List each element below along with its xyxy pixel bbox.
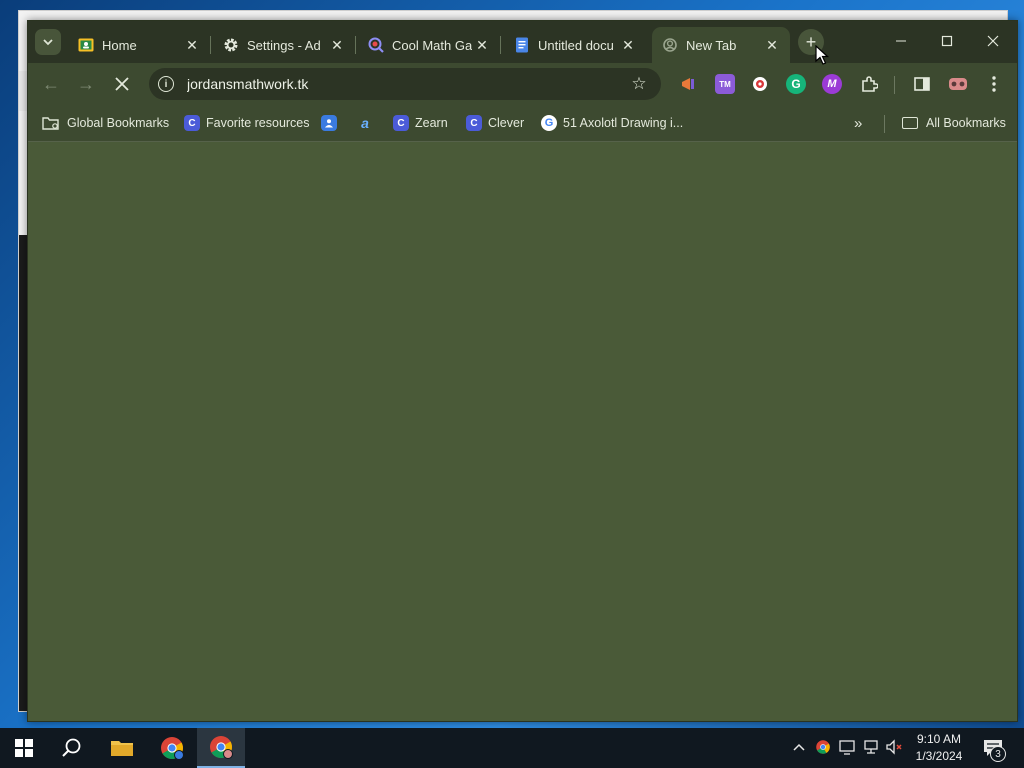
browser-window: Home ✕ Settings - Ad ✕ Cool Math Ga ✕ Un…	[27, 20, 1018, 722]
google-icon: G	[541, 115, 557, 131]
bookmark-label: Clever	[488, 116, 525, 130]
tab-title: New Tab	[686, 37, 737, 53]
windows-logo-icon	[15, 739, 33, 757]
chrome-icon	[210, 736, 233, 759]
bookmark-a-site[interactable]: a	[357, 112, 379, 134]
megaphone-extension-icon[interactable]	[678, 74, 698, 94]
taskbar-clock[interactable]: 9:10 AM 1/3/2024	[907, 731, 971, 765]
bookmark-zearn[interactable]: C Zearn	[393, 112, 448, 134]
tab-cool-math[interactable]: Cool Math Ga ✕	[358, 27, 501, 63]
arrow-left-icon: ←	[42, 73, 60, 94]
tab-search-button[interactable]	[35, 29, 61, 55]
back-button[interactable]: ←	[37, 70, 65, 98]
bookmark-star-icon[interactable]: ☆	[627, 72, 651, 96]
menu-kebab-icon[interactable]	[983, 73, 1005, 95]
screen-recorder-extension-icon[interactable]	[750, 74, 770, 94]
tab-settings[interactable]: Settings - Ad ✕	[213, 27, 356, 63]
close-icon[interactable]: ✕	[327, 35, 347, 55]
tab-title: Home	[102, 37, 137, 53]
chevron-up-icon	[793, 743, 805, 751]
close-icon[interactable]: ✕	[472, 35, 492, 55]
tab-title: Settings - Ad	[247, 37, 321, 53]
close-icon[interactable]: ✕	[618, 35, 638, 55]
site-info-icon[interactable]: i	[158, 76, 174, 92]
letter-a-icon: a	[361, 115, 369, 131]
bookmark-axolotl-drawing[interactable]: G 51 Axolotl Drawing i...	[541, 112, 683, 134]
folder-icon	[111, 741, 133, 756]
file-explorer-button[interactable]	[98, 728, 146, 768]
forward-button[interactable]: →	[72, 70, 100, 98]
tab-untitled-document[interactable]: Untitled docu ✕	[504, 27, 646, 63]
bookmark-classroom[interactable]	[321, 112, 343, 134]
m-extension-icon[interactable]: M	[822, 74, 842, 94]
gear-icon	[223, 37, 239, 53]
coolmath-icon	[368, 37, 384, 53]
close-window-button[interactable]	[970, 25, 1016, 57]
tab-new-tab[interactable]: New Tab ✕	[652, 27, 790, 63]
network-icon[interactable]	[862, 738, 880, 756]
clever-icon: C	[466, 115, 482, 131]
bookmark-favorite-resources[interactable]: C Favorite resources	[184, 112, 310, 134]
profile-avatar[interactable]	[947, 73, 969, 95]
browser-toolbar: ← → i ☆ TM G M	[28, 63, 1017, 105]
close-icon	[987, 35, 999, 47]
close-icon[interactable]: ✕	[182, 35, 202, 55]
loading-icon	[662, 37, 678, 53]
side-panel-icon[interactable]	[911, 73, 933, 95]
arrow-right-icon: →	[77, 73, 95, 94]
chrome-active-taskbar-button[interactable]	[197, 728, 245, 768]
tab-title: Untitled docu	[538, 37, 614, 53]
tab-title: Cool Math Ga	[392, 37, 472, 53]
chrome-icon	[161, 737, 184, 760]
clever-icon: C	[184, 115, 200, 131]
maximize-icon	[941, 35, 953, 47]
folder-icon	[902, 117, 918, 129]
taskbar: 9:10 AM 1/3/2024 3	[0, 728, 1024, 768]
all-bookmarks-button[interactable]: All Bookmarks	[902, 112, 1006, 134]
tm-extension-icon[interactable]: TM	[715, 74, 735, 94]
person-icon	[321, 115, 337, 131]
more-bookmarks-button[interactable]: »	[854, 112, 862, 134]
clock-date: 1/3/2024	[915, 749, 963, 763]
bookmark-global-bookmarks[interactable]: Global Bookmarks	[42, 112, 169, 134]
url-input[interactable]	[185, 75, 627, 93]
bookmark-label: Global Bookmarks	[67, 116, 170, 130]
extensions-puzzle-icon[interactable]	[858, 73, 880, 95]
maximize-button[interactable]	[924, 25, 970, 57]
bookmark-label: Zearn	[415, 116, 448, 130]
minimize-icon	[896, 40, 906, 42]
show-hidden-icons-button[interactable]	[790, 738, 808, 756]
clock-time: 9:10 AM	[916, 732, 962, 746]
minimize-button[interactable]	[878, 25, 924, 57]
tab-strip: Home ✕ Settings - Ad ✕ Cool Math Ga ✕ Un…	[28, 21, 1017, 63]
start-button[interactable]	[0, 728, 48, 768]
folder-settings-icon	[42, 115, 60, 131]
bookmark-label: 51 Axolotl Drawing i...	[563, 116, 684, 130]
bookmarks-bar: Global Bookmarks C Favorite resources a …	[28, 105, 1017, 142]
volume-muted-icon[interactable]	[886, 738, 904, 756]
docs-icon	[514, 37, 530, 53]
clever-icon: C	[393, 115, 409, 131]
all-bookmarks-label: All Bookmarks	[926, 116, 1006, 130]
bookmark-clever[interactable]: C Clever	[466, 112, 524, 134]
stop-loading-button[interactable]	[108, 70, 136, 98]
close-icon	[115, 77, 129, 91]
chrome-tray-icon[interactable]	[814, 738, 832, 756]
search-icon	[62, 738, 81, 757]
notification-count-badge: 3	[990, 746, 1006, 762]
chrome-taskbar-button[interactable]	[148, 728, 196, 768]
bookmark-label: Favorite resources	[206, 116, 310, 130]
double-chevron-right-icon: »	[854, 114, 863, 132]
tab-home[interactable]: Home ✕	[68, 27, 211, 63]
address-bar[interactable]: i ☆	[149, 68, 661, 100]
search-button[interactable]	[48, 728, 96, 768]
monitor-tray-icon[interactable]	[838, 738, 856, 756]
close-icon[interactable]: ✕	[762, 35, 782, 55]
grammarly-extension-icon[interactable]: G	[786, 74, 806, 94]
page-content[interactable]	[28, 142, 1017, 721]
classroom-icon	[78, 37, 94, 53]
chevron-down-icon	[43, 39, 53, 46]
